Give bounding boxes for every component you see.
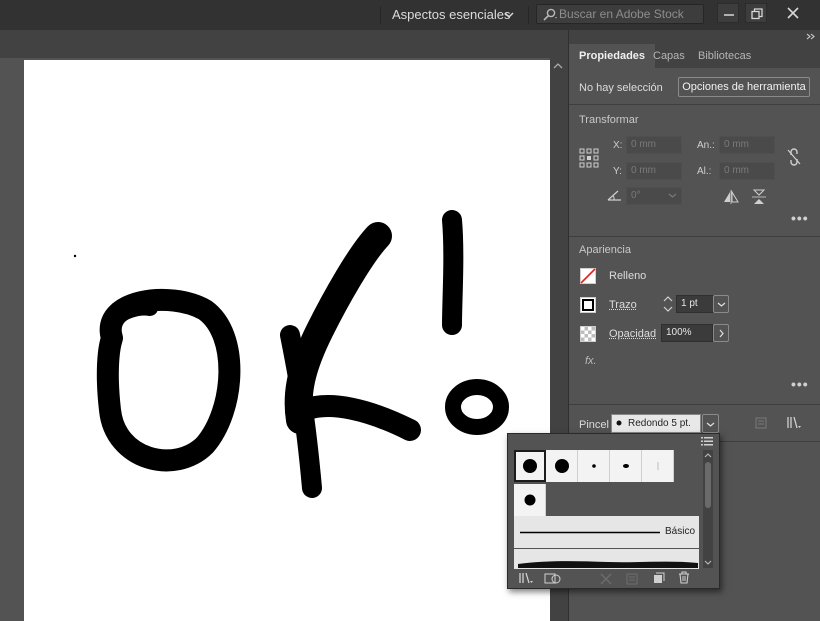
y-label: Y: xyxy=(613,166,622,177)
collapse-panels-icon[interactable] xyxy=(806,33,815,40)
height-label: Al.: xyxy=(697,166,711,177)
popup-scrollbar[interactable] xyxy=(703,450,713,568)
width-label: An.: xyxy=(697,140,715,151)
basic-brush-row[interactable]: Básico xyxy=(514,516,699,548)
brush-swatch[interactable] xyxy=(578,450,610,482)
divider xyxy=(569,236,820,237)
stepper-arrows-icon[interactable] xyxy=(663,295,673,313)
x-label: X: xyxy=(613,140,622,151)
document-tab-bar xyxy=(0,30,568,58)
reference-point-icon[interactable] xyxy=(579,148,599,168)
search-input[interactable] xyxy=(559,6,699,22)
brush-select[interactable]: Redondo 5 pt. xyxy=(611,414,701,433)
chevron-right-icon xyxy=(718,329,725,338)
popup-footer xyxy=(508,570,719,588)
brush-grid xyxy=(514,450,699,516)
stroke-weight-field[interactable]: 1 pt xyxy=(676,295,714,313)
panel-header xyxy=(569,30,820,44)
brush-swatch[interactable] xyxy=(514,450,546,482)
separator xyxy=(380,6,381,24)
no-selection-label: No hay selección xyxy=(579,82,663,94)
close-icon xyxy=(787,7,799,19)
separator xyxy=(528,6,529,24)
panel-tabs: Propiedades Capas Bibliotecas xyxy=(569,44,820,68)
stroke-swatch-icon[interactable] xyxy=(580,297,596,313)
fill-none-icon[interactable] xyxy=(580,268,596,284)
basic-brush-label: Básico xyxy=(665,526,695,537)
chevron-down-icon[interactable] xyxy=(504,10,514,20)
chevron-down-icon xyxy=(717,301,726,308)
brush-dropdown[interactable] xyxy=(702,414,719,433)
more-options-icon[interactable]: ••• xyxy=(791,376,809,392)
brush-swatch[interactable] xyxy=(642,450,674,482)
artistic-brush-row[interactable] xyxy=(514,549,699,569)
brush-swatch[interactable] xyxy=(546,450,578,482)
flip-horizontal-icon[interactable] xyxy=(723,190,739,204)
list-view-icon[interactable] xyxy=(701,436,713,446)
scroll-thumb[interactable] xyxy=(705,462,711,508)
flip-vertical-icon[interactable] xyxy=(752,189,766,205)
fx-effects-button[interactable]: fx. xyxy=(585,355,597,367)
remove-brush-stroke-icon xyxy=(600,573,612,585)
application-bar: Aspectos esenciales xyxy=(0,0,820,31)
appearance-section-title: Apariencia xyxy=(579,244,631,256)
restore-button[interactable] xyxy=(745,3,767,23)
restore-icon xyxy=(751,8,763,20)
minimize-icon xyxy=(723,8,735,20)
scroll-up-arrow-icon[interactable] xyxy=(552,62,564,70)
ok-drawing-artwork[interactable] xyxy=(24,60,550,621)
brush-label: Pincel xyxy=(579,419,609,431)
fill-label: Relleno xyxy=(609,270,646,282)
tool-options-button[interactable]: Opciones de herramienta xyxy=(678,77,810,97)
constrain-link-icon[interactable] xyxy=(786,148,802,166)
opacity-label[interactable]: Opacidad xyxy=(609,328,656,340)
divider xyxy=(569,404,820,405)
y-field[interactable]: 0 mm xyxy=(626,162,682,180)
brush-library-menu-icon[interactable] xyxy=(544,572,562,585)
brush-libraries-icon[interactable] xyxy=(518,572,534,585)
close-button[interactable] xyxy=(779,2,807,24)
brush-picker-popup: Básico xyxy=(507,433,720,589)
stroke-label[interactable]: Trazo xyxy=(609,299,637,311)
new-brush-icon[interactable] xyxy=(653,572,665,584)
opacity-dropdown[interactable] xyxy=(713,324,729,342)
brush-dot-icon xyxy=(616,420,622,426)
x-field[interactable]: 0 mm xyxy=(626,136,682,154)
workspace-switcher[interactable]: Aspectos esenciales xyxy=(392,7,511,22)
height-field[interactable]: 0 mm xyxy=(719,162,775,180)
brush-options-icon[interactable] xyxy=(755,417,767,429)
minimize-button[interactable] xyxy=(717,3,739,23)
more-options-icon[interactable]: ••• xyxy=(791,210,809,226)
search-icon xyxy=(542,8,558,21)
opacity-checker-icon[interactable] xyxy=(580,326,596,342)
rotate-angle-icon xyxy=(606,189,622,201)
opacity-field[interactable]: 100% xyxy=(661,324,713,342)
stock-search-box[interactable] xyxy=(536,4,704,24)
tab-libraries[interactable]: Bibliotecas xyxy=(688,44,761,68)
width-field[interactable]: 0 mm xyxy=(719,136,775,154)
brush-swatch[interactable] xyxy=(610,450,642,482)
brush-options-icon xyxy=(626,573,638,585)
chevron-down-icon xyxy=(706,421,715,428)
divider xyxy=(569,104,820,105)
brush-libraries-icon[interactable] xyxy=(786,416,802,430)
transform-section-title: Transformar xyxy=(579,114,639,126)
chevron-down-icon[interactable] xyxy=(668,192,677,199)
stroke-weight-dropdown[interactable] xyxy=(713,295,729,313)
brush-swatch[interactable] xyxy=(514,484,546,516)
delete-icon[interactable] xyxy=(678,571,690,584)
